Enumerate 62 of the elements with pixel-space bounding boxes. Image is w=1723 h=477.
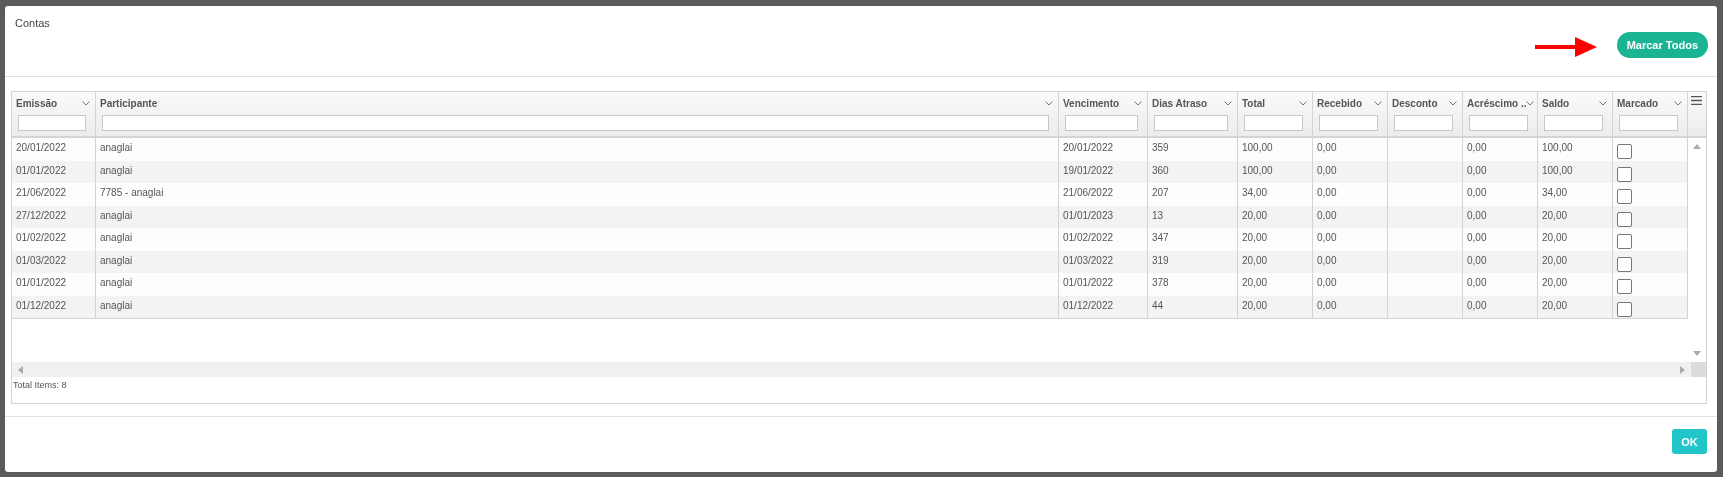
chevron-icon[interactable] bbox=[1449, 100, 1457, 106]
filter-field[interactable] bbox=[1394, 115, 1453, 131]
chevron-icon[interactable] bbox=[1374, 100, 1382, 106]
column-header[interactable]: Acréscimo .. bbox=[1463, 92, 1538, 136]
filter-field[interactable] bbox=[1065, 115, 1138, 131]
column-header[interactable]: Marcado bbox=[1613, 92, 1688, 136]
table-cell: 20,00 bbox=[1538, 295, 1613, 319]
column-label: Desconto bbox=[1392, 97, 1438, 109]
filter-field[interactable] bbox=[1544, 115, 1603, 131]
menu-icon[interactable] bbox=[1691, 96, 1702, 105]
column-label: Acréscimo .. bbox=[1467, 97, 1527, 109]
checkbox[interactable] bbox=[1617, 234, 1632, 249]
total-items-label: Total Items: 8 bbox=[13, 380, 67, 390]
filter-field[interactable] bbox=[18, 115, 86, 131]
table-cell: 01/12/2022 bbox=[12, 295, 96, 319]
table-cell: anaglai bbox=[96, 295, 1059, 319]
filter-field[interactable] bbox=[102, 115, 1049, 131]
table-cell: 01/12/2022 bbox=[1059, 295, 1148, 319]
column-header[interactable]: Dias Atraso bbox=[1148, 92, 1238, 136]
filter-field[interactable] bbox=[1619, 115, 1678, 131]
chevron-icon[interactable] bbox=[1045, 100, 1053, 106]
dialog-title: Contas bbox=[15, 17, 50, 29]
column-header[interactable]: Total bbox=[1238, 92, 1313, 136]
column-label: Marcado bbox=[1617, 97, 1659, 109]
column-label: Saldo bbox=[1542, 97, 1570, 109]
column-header[interactable]: Recebido bbox=[1313, 92, 1388, 136]
column-header[interactable]: Participante bbox=[96, 92, 1059, 136]
column-label: Total bbox=[1242, 97, 1266, 109]
filter-field[interactable] bbox=[1154, 115, 1228, 131]
checkbox[interactable] bbox=[1617, 166, 1632, 182]
column-header[interactable]: Emissão bbox=[12, 92, 96, 136]
filter-field[interactable] bbox=[1469, 115, 1528, 131]
column-header[interactable]: Saldo bbox=[1538, 92, 1613, 136]
filter-field[interactable] bbox=[1319, 115, 1378, 131]
column-header[interactable]: Vencimento bbox=[1059, 92, 1148, 136]
filter-field[interactable] bbox=[1244, 115, 1303, 131]
table-cell: 0,00 bbox=[1313, 295, 1388, 319]
checkbox[interactable] bbox=[1617, 279, 1632, 294]
column-label: Vencimento bbox=[1063, 97, 1120, 109]
chevron-icon[interactable] bbox=[1134, 100, 1142, 106]
chevron-icon[interactable] bbox=[1674, 100, 1682, 106]
chevron-icon[interactable] bbox=[1299, 100, 1307, 106]
column-label: Emissão bbox=[16, 97, 58, 109]
checkbox[interactable] bbox=[1617, 301, 1632, 317]
chevron-icon[interactable] bbox=[1224, 100, 1232, 106]
scroll-down-icon[interactable] bbox=[1693, 351, 1701, 356]
column-header[interactable]: Desconto bbox=[1388, 92, 1463, 136]
table-cell: 0,00 bbox=[1463, 295, 1538, 319]
column-label: Participante bbox=[100, 97, 158, 109]
arrow-icon bbox=[1534, 35, 1597, 58]
table-cell: 44 bbox=[1148, 295, 1238, 319]
checkbox[interactable] bbox=[1617, 211, 1632, 227]
checkbox[interactable] bbox=[1617, 256, 1632, 272]
checkbox[interactable] bbox=[1617, 144, 1632, 159]
checkbox[interactable] bbox=[1617, 189, 1632, 204]
scroll-up-icon[interactable] bbox=[1693, 144, 1701, 149]
chevron-icon[interactable] bbox=[82, 100, 90, 106]
chevron-icon[interactable] bbox=[1599, 100, 1607, 106]
chevron-icon[interactable] bbox=[1526, 100, 1535, 106]
column-label: Recebido bbox=[1317, 97, 1362, 109]
table-cell: 20,00 bbox=[1238, 295, 1313, 319]
column-label: Dias Atraso bbox=[1152, 97, 1208, 109]
